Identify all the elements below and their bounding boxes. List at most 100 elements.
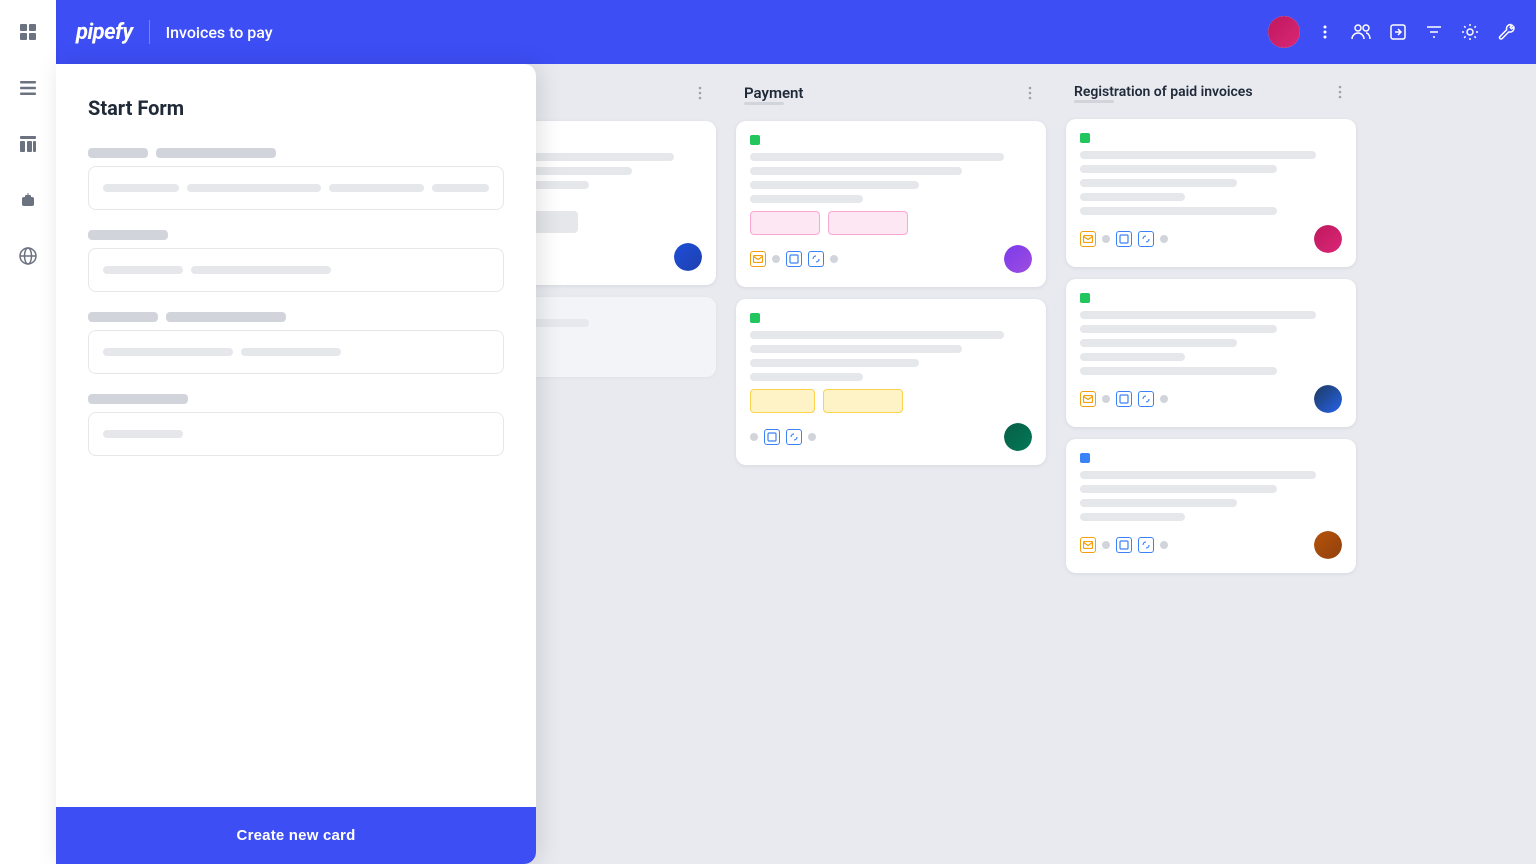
column-underline-registration bbox=[1074, 100, 1114, 103]
form-group-3 bbox=[88, 312, 504, 374]
status-dot bbox=[1102, 395, 1110, 403]
card-assignee-avatar bbox=[1314, 531, 1342, 559]
sync-icon[interactable] bbox=[786, 429, 802, 445]
email-icon[interactable] bbox=[1080, 231, 1096, 247]
status-dot bbox=[772, 255, 780, 263]
users-icon[interactable] bbox=[1350, 21, 1372, 43]
card-payment-2[interactable] bbox=[736, 299, 1046, 465]
form-group-2 bbox=[88, 230, 504, 292]
form-label-3 bbox=[88, 312, 504, 322]
card-line-1 bbox=[1080, 151, 1316, 159]
email-icon[interactable] bbox=[1080, 537, 1096, 553]
input-skel-1d bbox=[432, 184, 489, 192]
form-input-2[interactable] bbox=[88, 248, 504, 292]
card-line-2 bbox=[750, 345, 962, 353]
form-input-1[interactable] bbox=[88, 166, 504, 210]
wrench-icon[interactable] bbox=[1496, 22, 1516, 42]
form-label-1 bbox=[88, 148, 504, 158]
user-avatar[interactable] bbox=[1268, 16, 1300, 48]
label-skel-3a bbox=[88, 312, 158, 322]
form-group-4 bbox=[88, 394, 504, 456]
email-icon[interactable] bbox=[750, 251, 766, 267]
card-tags-row bbox=[750, 389, 1032, 413]
header-right bbox=[1268, 16, 1516, 48]
status-dot-2 bbox=[1160, 395, 1168, 403]
column-header-payment: Payment bbox=[736, 84, 1046, 109]
attachment-icon[interactable] bbox=[786, 251, 802, 267]
card-label-dot bbox=[1080, 293, 1090, 303]
card-line-1 bbox=[750, 331, 1004, 339]
card-payment-1[interactable] bbox=[736, 121, 1046, 287]
sidebar bbox=[0, 0, 56, 864]
grid-icon[interactable] bbox=[12, 16, 44, 48]
status-dot-2 bbox=[1160, 541, 1168, 549]
robot-icon[interactable] bbox=[12, 184, 44, 216]
card-line-5 bbox=[1080, 207, 1277, 215]
export-icon[interactable] bbox=[1388, 22, 1408, 42]
filter-icon[interactable] bbox=[1424, 22, 1444, 42]
table-icon[interactable] bbox=[12, 128, 44, 160]
list-icon[interactable] bbox=[12, 72, 44, 104]
sync-icon[interactable] bbox=[808, 251, 824, 267]
status-dot bbox=[1102, 235, 1110, 243]
card-label-dot bbox=[750, 135, 760, 145]
card-line-2 bbox=[1080, 325, 1277, 333]
card-line-1 bbox=[1080, 471, 1316, 479]
input-skel-4a bbox=[103, 430, 183, 438]
attachment-icon[interactable] bbox=[1116, 391, 1132, 407]
form-input-3[interactable] bbox=[88, 330, 504, 374]
card-action-icons bbox=[1080, 537, 1168, 553]
card-assignee-avatar bbox=[674, 243, 702, 271]
modal-body: Start Form bbox=[56, 64, 536, 807]
card-footer bbox=[750, 423, 1032, 451]
card-line-2 bbox=[1080, 165, 1277, 173]
card-line-2 bbox=[1080, 485, 1277, 493]
card-line-4 bbox=[1080, 193, 1185, 201]
status-dot bbox=[1102, 541, 1110, 549]
form-input-4[interactable] bbox=[88, 412, 504, 456]
form-group-1 bbox=[88, 148, 504, 210]
card-registration-1[interactable] bbox=[1066, 119, 1356, 267]
settings-icon[interactable] bbox=[1460, 22, 1480, 42]
card-footer bbox=[1080, 385, 1342, 413]
card-line-4 bbox=[1080, 513, 1185, 521]
card-line-1 bbox=[1080, 311, 1316, 319]
card-footer bbox=[1080, 225, 1342, 253]
status-dot-2 bbox=[1160, 235, 1168, 243]
sync-icon[interactable] bbox=[1138, 391, 1154, 407]
globe-icon[interactable] bbox=[12, 240, 44, 272]
card-label-dot bbox=[1080, 453, 1090, 463]
card-footer bbox=[1080, 531, 1342, 559]
card-line-4 bbox=[1080, 353, 1185, 361]
start-form-modal: Start Form bbox=[56, 64, 536, 864]
card-assignee-avatar bbox=[1314, 225, 1342, 253]
card-action-icons bbox=[750, 251, 838, 267]
sync-icon[interactable] bbox=[1138, 231, 1154, 247]
create-new-card-button[interactable]: Create new card bbox=[237, 827, 356, 844]
sync-icon[interactable] bbox=[1138, 537, 1154, 553]
more-icon[interactable] bbox=[1316, 23, 1334, 41]
attachment-icon[interactable] bbox=[1116, 537, 1132, 553]
column-menu-approval[interactable] bbox=[692, 85, 708, 101]
app-logo: pipefy bbox=[76, 20, 133, 45]
status-dot-2 bbox=[830, 255, 838, 263]
column-title-registration: Registration of paid invoices bbox=[1074, 84, 1324, 100]
card-registration-3[interactable] bbox=[1066, 439, 1356, 573]
label-skel-4a bbox=[88, 394, 188, 404]
attachment-icon[interactable] bbox=[1116, 231, 1132, 247]
attachment-icon[interactable] bbox=[764, 429, 780, 445]
column-title-payment: Payment bbox=[744, 84, 1014, 102]
status-dot-2 bbox=[808, 433, 816, 441]
page-title: Invoices to pay bbox=[166, 23, 273, 42]
card-line-4 bbox=[750, 373, 863, 381]
column-menu-registration[interactable] bbox=[1332, 84, 1348, 100]
card-registration-2[interactable] bbox=[1066, 279, 1356, 427]
header-divider bbox=[149, 20, 150, 44]
form-label-4 bbox=[88, 394, 504, 404]
column-underline-payment bbox=[744, 102, 784, 105]
column-menu-payment[interactable] bbox=[1022, 85, 1038, 101]
card-line-3 bbox=[750, 181, 919, 189]
email-icon[interactable] bbox=[1080, 391, 1096, 407]
form-label-2 bbox=[88, 230, 504, 240]
label-skel-2a bbox=[88, 230, 168, 240]
